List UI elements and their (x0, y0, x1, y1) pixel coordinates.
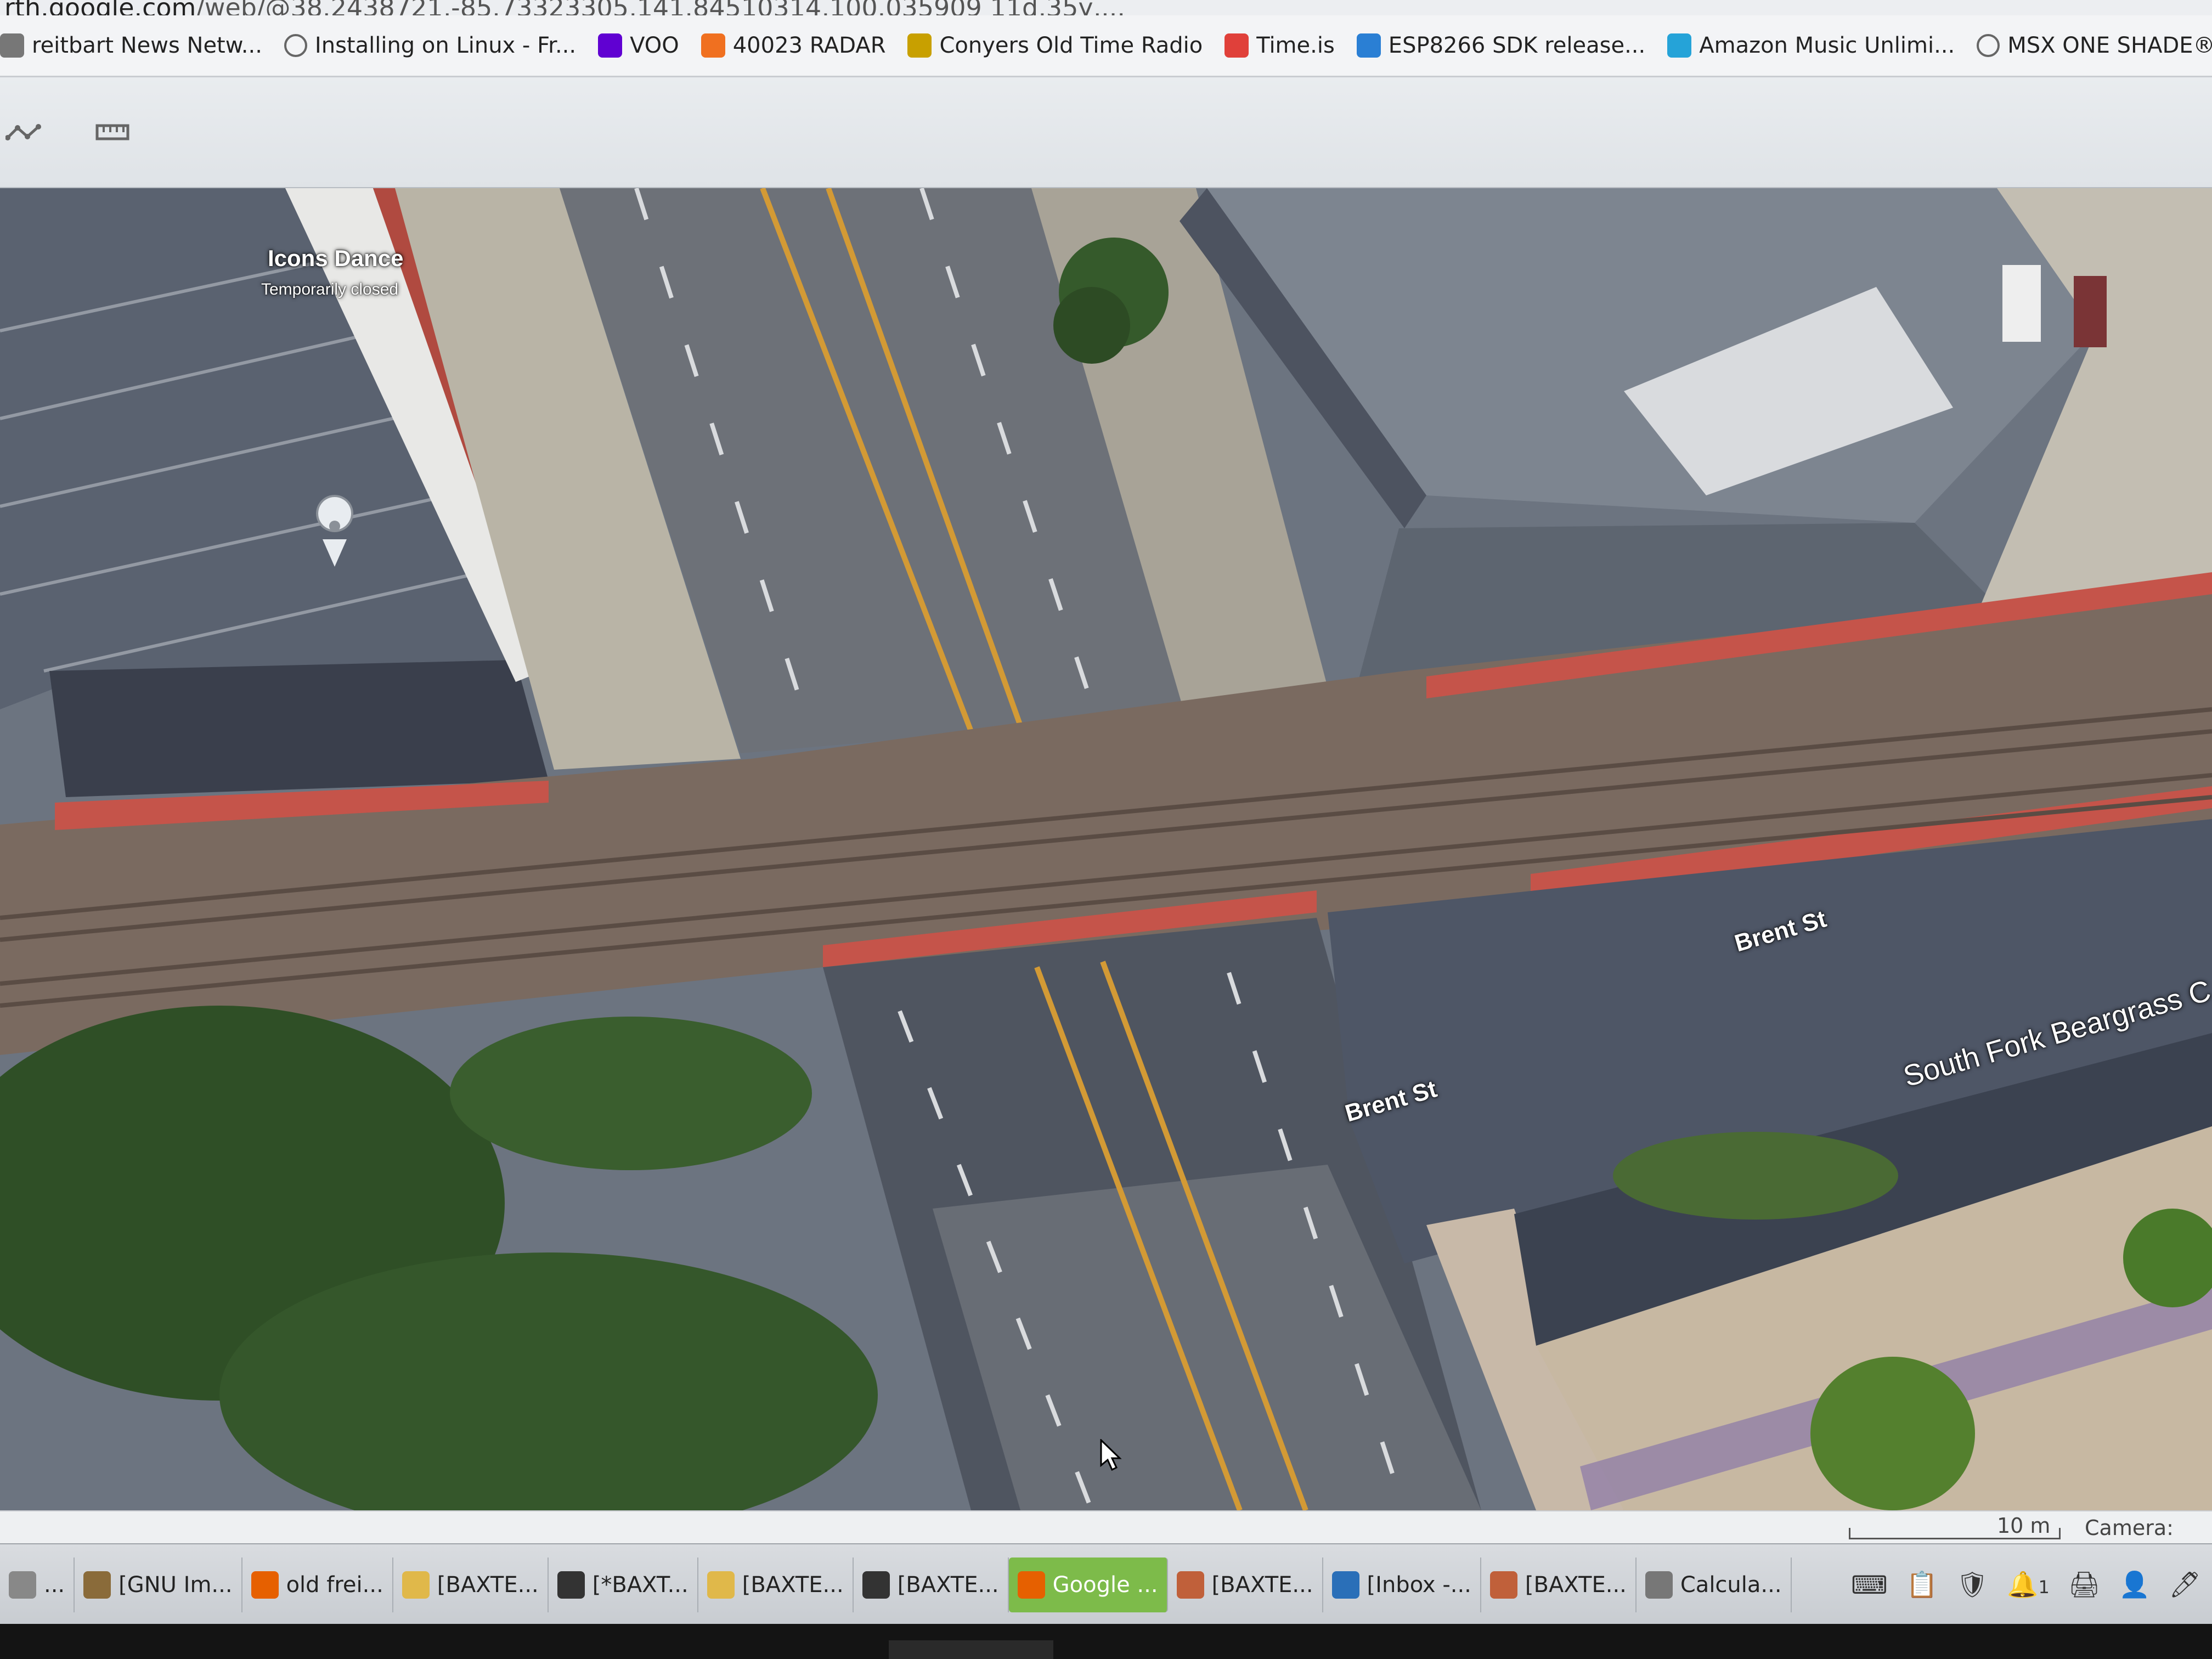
printer-icon[interactable]: 🖨 (2068, 1570, 2100, 1600)
inkscape-icon (557, 1571, 585, 1599)
pen-icon[interactable]: 🖊 (2169, 1570, 2201, 1600)
map-toolbar (0, 77, 2212, 188)
inkscape-icon (862, 1571, 890, 1599)
radar-icon (701, 33, 725, 58)
bookmark-item[interactable]: reitbart News Netw... (0, 33, 262, 58)
taskbar-button[interactable]: [BAXTE... (1481, 1557, 1637, 1612)
taskbar-button[interactable]: [GNU Im... (75, 1557, 242, 1612)
url-host: rth.google.com (4, 0, 196, 15)
ruler-icon[interactable] (93, 116, 132, 149)
firefox-icon (251, 1571, 279, 1599)
bookmark-label: 40023 RADAR (732, 33, 886, 58)
gimp-icon (83, 1571, 111, 1599)
taskbar-button[interactable]: old frei... (242, 1557, 393, 1612)
taskbar-button-label: [BAXTE... (1525, 1572, 1627, 1598)
bookmark-label: Time.is (1256, 33, 1335, 58)
taskbar-button[interactable]: Calcula... (1637, 1557, 1792, 1612)
viewer-icon (1489, 1571, 1517, 1599)
folder-icon (707, 1571, 735, 1599)
address-bar[interactable]: rth.google.com/web/@38.2438721,-85.73323… (0, 0, 2212, 15)
monitor-logo (889, 1640, 1053, 1659)
taskbar-button-label: [BAXTE... (897, 1572, 999, 1598)
bookmark-item[interactable]: Amazon Music Unlimi... (1667, 33, 1955, 58)
taskbar-button-label: [GNU Im... (119, 1572, 233, 1598)
taskbar-button[interactable]: [BAXTE... (854, 1557, 1009, 1612)
timeis-icon (1224, 33, 1249, 58)
taskbar-button[interactable]: [Inbox -... (1323, 1557, 1481, 1612)
taskbar-button-label: Calcula... (1680, 1572, 1782, 1598)
map-status-bar: 10 m Camera: 248 (0, 1510, 2212, 1564)
yahoo-icon (598, 33, 623, 58)
bookmark-label: Conyers Old Time Radio (939, 33, 1203, 58)
thunderbird-icon (1331, 1571, 1359, 1599)
taskbar-button[interactable]: Google ... (1008, 1557, 1168, 1612)
amazon-music-icon (1667, 33, 1692, 58)
bookmark-item[interactable]: ESP8266 SDK release... (1356, 33, 1646, 58)
notification-icon[interactable]: 🔔1 (2007, 1570, 2050, 1600)
bookmark-item[interactable]: Conyers Old Time Radio (907, 33, 1203, 58)
bookmarks-bar: reitbart News Netw... Installing on Linux… (0, 15, 2212, 77)
notification-count: 1 (2038, 1577, 2050, 1598)
taskbar-button[interactable]: [BAXTE... (698, 1557, 854, 1612)
taskbar-button[interactable]: [BAXTE... (393, 1557, 549, 1612)
taskbar: ... [GNU Im... old frei... [BAXTE... [*BAXT.… (0, 1543, 2212, 1624)
bookmark-label: reitbart News Netw... (32, 33, 262, 58)
taskbar-button[interactable]: ... (0, 1557, 75, 1612)
radio-icon (907, 33, 932, 58)
taskbar-button-label: ... (44, 1572, 65, 1598)
bookmark-label: Amazon Music Unlimi... (1699, 33, 1955, 58)
path-tool-icon[interactable] (5, 116, 44, 149)
taskbar-button[interactable]: [*BAXT... (549, 1557, 698, 1612)
taskbar-window-list: ... [GNU Im... old frei... [BAXTE... [*BAXT.… (0, 1557, 1792, 1612)
taskbar-button-label: [BAXTE... (742, 1572, 844, 1598)
bookmark-item[interactable]: 40023 RADAR (701, 33, 886, 58)
taskbar-button-label: [BAXTE... (1211, 1572, 1313, 1598)
scale-label: 10 m (1997, 1514, 2051, 1538)
bookmark-label: VOO (630, 33, 679, 58)
satellite-map-view[interactable]: Icons Dance Temporarily closed Brent St … (0, 188, 2212, 1510)
bookmark-item[interactable]: Time.is (1224, 33, 1335, 58)
monitor-bezel (0, 1624, 2212, 1659)
page-icon (0, 33, 24, 58)
taskbar-button-label: old frei... (286, 1572, 383, 1598)
taskbar-button-label: [BAXTE... (437, 1572, 539, 1598)
folder-icon (402, 1571, 430, 1599)
screen: rth.google.com/web/@38.2438721,-85.73323… (0, 0, 2212, 1624)
viewer-icon (1176, 1571, 1204, 1599)
calculator-icon (1645, 1571, 1673, 1599)
bookmark-item[interactable]: VOO (598, 33, 679, 58)
system-tray: ⌨ 📋 🛡 🔔1 🖨 👤 🖊 (1851, 1544, 2212, 1624)
bookmark-label: MSX ONE SHADE® D... (2007, 33, 2212, 58)
taskbar-button[interactable]: [BAXTE... (1168, 1557, 1323, 1612)
taskbar-button-label: Google ... (1052, 1572, 1158, 1598)
place-name-label[interactable]: Icons Dance (268, 245, 403, 272)
espressif-icon (1356, 33, 1381, 58)
taskbar-button-label: [Inbox -... (1367, 1572, 1471, 1598)
place-status-label: Temporarily closed (261, 280, 399, 298)
firefox-icon (1017, 1571, 1045, 1599)
satellite-imagery (0, 188, 2212, 1510)
globe-icon (1977, 34, 2000, 57)
taskbar-button-label: [*BAXT... (592, 1572, 689, 1598)
user-icon[interactable]: 👤 (2119, 1570, 2150, 1600)
globe-icon (284, 34, 307, 57)
shield-icon[interactable]: 🛡 (1956, 1570, 1988, 1600)
bookmark-label: Installing on Linux - Fr... (314, 33, 577, 58)
bookmark-item[interactable]: Installing on Linux - Fr... (284, 33, 576, 58)
clipboard-icon[interactable]: 📋 (1906, 1570, 1938, 1600)
app-icon (9, 1571, 36, 1599)
bookmark-label: ESP8266 SDK release... (1388, 33, 1646, 58)
url-path: /web/@38.2438721,-85.73323305,141.845103… (196, 0, 1126, 15)
keyboard-icon[interactable]: ⌨ (1851, 1570, 1887, 1600)
bookmark-item[interactable]: MSX ONE SHADE® D... (1977, 33, 2212, 58)
